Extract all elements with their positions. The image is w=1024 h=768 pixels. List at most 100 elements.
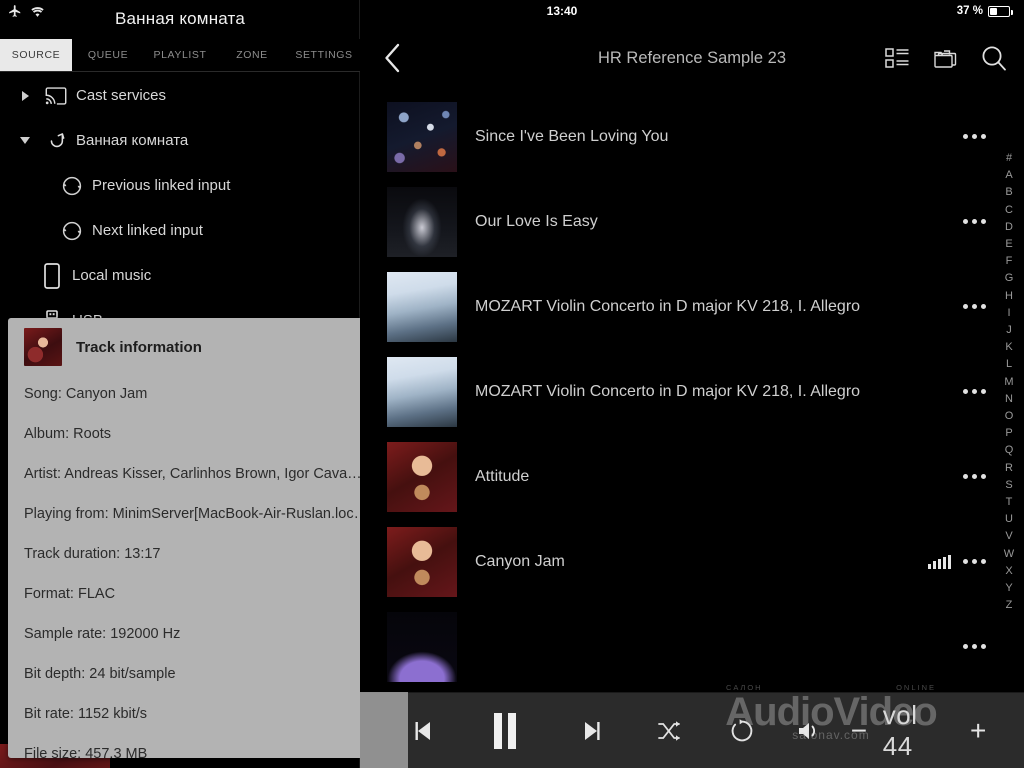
alpha-index-item[interactable]: R: [1005, 460, 1013, 477]
popup-row-format: Format: FLAC: [24, 586, 116, 602]
alpha-index-item[interactable]: U: [1005, 511, 1013, 528]
pause-icon: [490, 711, 520, 751]
alpha-index-item[interactable]: D: [1005, 219, 1013, 236]
track-row[interactable]: Attitude: [360, 434, 1024, 519]
alpha-index-item[interactable]: B: [1005, 184, 1012, 201]
track-row[interactable]: Canyon Jam: [360, 519, 1024, 604]
overflow-menu-icon[interactable]: [963, 219, 986, 224]
alpha-index-item[interactable]: X: [1005, 563, 1012, 580]
track-row[interactable]: Our Love Is Easy: [360, 179, 1024, 264]
tab-settings[interactable]: SETTINGS: [288, 39, 360, 71]
album-cover: [387, 356, 457, 427]
phone-icon: [32, 262, 72, 289]
speaker-button[interactable]: [778, 705, 839, 757]
tab-zone[interactable]: ZONE: [216, 39, 288, 71]
alpha-index-item[interactable]: Z: [1006, 597, 1013, 614]
alpha-index-item[interactable]: E: [1005, 236, 1012, 253]
circular-arrows-icon: [52, 174, 92, 198]
play-pause-button[interactable]: [459, 705, 550, 757]
alphabet-index-scrubber[interactable]: # A B C D E F G H I J K L M N O P Q R S …: [998, 150, 1020, 614]
overflow-menu-icon[interactable]: [963, 644, 986, 649]
popup-row-sample-rate: Sample rate: 192000 Hz: [24, 626, 181, 642]
volume-down-button[interactable]: −: [839, 716, 879, 745]
alpha-index-item[interactable]: P: [1005, 425, 1012, 442]
left-tab-bar: SOURCE QUEUE PLAYLIST ZONE SETTINGS: [0, 39, 360, 72]
player-control-bar: − vol 44 +: [360, 692, 1024, 768]
alpha-index-item[interactable]: J: [1006, 322, 1012, 339]
overflow-menu-icon[interactable]: [963, 474, 986, 479]
overflow-menu-icon[interactable]: [963, 559, 986, 564]
cast-icon: [36, 86, 76, 105]
tree-item-zone-bathroom[interactable]: Ванная комната: [0, 118, 360, 163]
popup-row-artist: Artist: Andreas Kisser, Carlinhos Brown,…: [24, 466, 362, 482]
previous-track-icon: [410, 718, 436, 744]
left-panel: Ванная комната SOURCE QUEUE PLAYLIST ZON…: [0, 0, 408, 768]
alpha-index-item[interactable]: N: [1005, 391, 1013, 408]
expander-collapsed-icon[interactable]: [14, 90, 36, 101]
alpha-index-item[interactable]: K: [1005, 339, 1012, 356]
alpha-index-item[interactable]: H: [1005, 288, 1013, 305]
alpha-index-item[interactable]: W: [1004, 546, 1014, 563]
volume-up-button[interactable]: +: [958, 716, 998, 745]
status-battery: 37 %: [957, 0, 1013, 22]
track-row[interactable]: [360, 604, 1024, 689]
popup-overlay-edge: [360, 692, 408, 768]
overflow-menu-icon[interactable]: [963, 304, 986, 309]
alpha-index-item[interactable]: L: [1006, 356, 1012, 373]
tab-queue[interactable]: QUEUE: [72, 39, 144, 71]
next-track-button[interactable]: [550, 705, 633, 757]
alpha-index-item[interactable]: V: [1005, 528, 1012, 545]
alpha-index-item[interactable]: T: [1006, 494, 1013, 511]
popup-row-playing-from: Playing from: MinimServer[MacBook-Air-Ru…: [24, 506, 369, 522]
alpha-index-item[interactable]: G: [1005, 270, 1014, 287]
popup-row-file-size: File size: 457.3 MB: [24, 746, 148, 758]
track-row[interactable]: Since I've Been Loving You: [360, 94, 1024, 179]
tree-item-previous-linked-input[interactable]: Previous linked input: [0, 163, 360, 208]
back-button[interactable]: [368, 34, 416, 82]
track-list[interactable]: Since I've Been Loving You Our Love Is E…: [360, 94, 1024, 692]
tree-item-label: Next linked input: [92, 222, 203, 239]
popup-header: Track information: [8, 328, 408, 374]
chevron-left-icon: [382, 42, 402, 74]
alpha-index-item[interactable]: Y: [1005, 580, 1012, 597]
alpha-index-item[interactable]: F: [1006, 253, 1013, 270]
alpha-index-item[interactable]: S: [1005, 477, 1012, 494]
album-cover: [387, 526, 457, 597]
alpha-index-item[interactable]: #: [1006, 150, 1012, 167]
list-view-icon[interactable]: [885, 47, 910, 70]
repeat-button[interactable]: [707, 705, 778, 757]
tree-item-label: Previous linked input: [92, 177, 231, 194]
album-art-thumbnail: [24, 328, 62, 366]
next-track-icon: [579, 718, 605, 744]
track-information-popup: Track information Song: Canyon Jam Album…: [8, 318, 408, 758]
album-cover: [387, 611, 457, 682]
alpha-index-item[interactable]: O: [1005, 408, 1014, 425]
expander-expanded-icon[interactable]: [14, 137, 36, 144]
tree-item-label: Cast services: [76, 87, 167, 104]
tab-source[interactable]: SOURCE: [0, 39, 72, 71]
tree-item-cast-services[interactable]: Cast services: [0, 73, 360, 118]
alpha-index-item[interactable]: A: [1005, 167, 1012, 184]
overflow-menu-icon[interactable]: [963, 134, 986, 139]
tab-playlist[interactable]: PLAYLIST: [144, 39, 216, 71]
overflow-menu-icon[interactable]: [963, 389, 986, 394]
alpha-index-item[interactable]: I: [1007, 305, 1010, 322]
right-status-bar: 13:40 37 %: [360, 0, 1024, 22]
track-title: MOZART Violin Concerto in D major KV 218…: [475, 297, 861, 315]
tree-item-label: Local music: [72, 267, 152, 284]
popup-title: Track information: [76, 338, 202, 356]
speaker-icon: [796, 720, 822, 742]
album-cover: [387, 271, 457, 342]
alpha-index-item[interactable]: M: [1004, 374, 1013, 391]
track-title: Canyon Jam: [475, 552, 565, 570]
track-title: Our Love Is Easy: [475, 212, 598, 230]
track-row[interactable]: MOZART Violin Concerto in D major KV 218…: [360, 264, 1024, 349]
tree-item-next-linked-input[interactable]: Next linked input: [0, 208, 360, 253]
alpha-index-item[interactable]: Q: [1005, 442, 1014, 459]
track-row[interactable]: MOZART Violin Concerto in D major KV 218…: [360, 349, 1024, 434]
search-icon[interactable]: [980, 44, 1008, 72]
shuffle-button[interactable]: [633, 705, 706, 757]
folders-icon[interactable]: [932, 47, 958, 70]
alpha-index-item[interactable]: C: [1005, 202, 1013, 219]
tree-item-local-music[interactable]: Local music: [0, 253, 360, 298]
